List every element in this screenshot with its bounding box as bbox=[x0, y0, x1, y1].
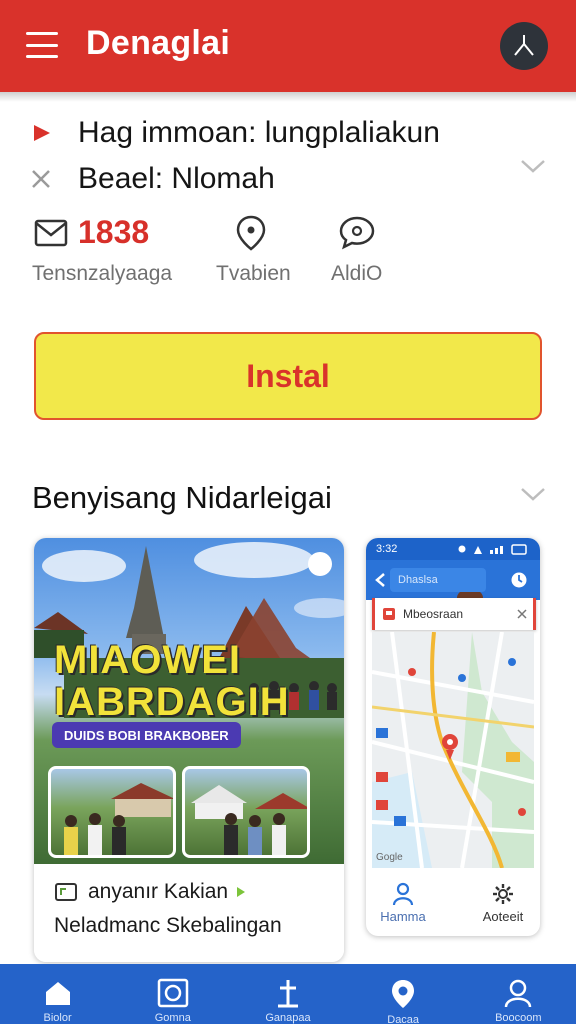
map-nav-item-right[interactable]: Aoteeit bbox=[468, 882, 538, 924]
person-icon bbox=[392, 882, 414, 906]
nav-item-profile[interactable]: Boocoom bbox=[461, 964, 576, 1024]
cross-icon bbox=[272, 978, 304, 1008]
play-icon bbox=[34, 125, 50, 141]
section-title: Benyisang Nidarleigai bbox=[32, 480, 332, 515]
location-icon bbox=[387, 978, 419, 1010]
thumbnail-2[interactable] bbox=[182, 766, 310, 858]
map-nav-left-label: Hamma bbox=[380, 909, 426, 924]
stat-chat[interactable] bbox=[338, 214, 376, 250]
map-graphic: Gogle bbox=[372, 632, 534, 868]
mail-icon bbox=[34, 219, 68, 246]
info-line-1: Hag immoan: lungplaliakun bbox=[78, 116, 440, 149]
promo-footer-line-2: Neladmanc Skebalingan bbox=[54, 914, 282, 937]
close-icon[interactable] bbox=[517, 609, 527, 619]
location-pin-icon bbox=[236, 215, 266, 251]
footer-line-1-text: anyanır Kakian bbox=[88, 880, 229, 903]
map-card-nav: Hamma Aoteeit bbox=[366, 874, 540, 936]
nav-label-cross: Ganapaa bbox=[265, 1012, 311, 1024]
map-nav-item-left[interactable]: Hamma bbox=[368, 882, 438, 924]
people-graphic bbox=[191, 785, 307, 855]
home-icon bbox=[42, 978, 74, 1008]
install-button[interactable]: Instal bbox=[34, 332, 542, 420]
map-view[interactable]: Gogle bbox=[372, 632, 534, 868]
close-icon[interactable] bbox=[30, 168, 52, 190]
bottom-nav: Biolor Gomna Ganapaa Dacaa Boocoom bbox=[0, 964, 576, 1024]
stat-label-3: AldiO bbox=[331, 262, 383, 285]
status-icons bbox=[458, 544, 527, 555]
promo-photo: MIAOWEI IABRDAGIH DUIDS BOBI BRAKBOBER bbox=[34, 538, 344, 864]
profile-icon bbox=[502, 978, 534, 1008]
nav-label-camera: Gomna bbox=[154, 1012, 191, 1024]
thumbnail-1[interactable] bbox=[48, 766, 176, 858]
promo-footer-line-1[interactable]: anyanır Kakian bbox=[54, 880, 246, 904]
clock-icon[interactable] bbox=[510, 571, 528, 589]
promo-footer bbox=[34, 864, 344, 962]
info-row-1: Hag immoan: lungplaliakun bbox=[30, 116, 440, 150]
map-brand-label: Gogle bbox=[376, 852, 403, 863]
nav-label-location: Dacaa bbox=[387, 1014, 420, 1024]
promo-headline-1: MIAOWEI bbox=[54, 638, 241, 682]
status-time: 3:32 bbox=[376, 543, 398, 555]
chevron-down-icon[interactable] bbox=[520, 158, 546, 174]
stat-mail[interactable]: 1838 bbox=[34, 214, 149, 251]
chevron-down-icon[interactable] bbox=[520, 486, 546, 502]
app-bar-shadow bbox=[0, 92, 576, 102]
route-label: Mbeosraan bbox=[403, 607, 464, 621]
nav-item-location[interactable]: Dacaa bbox=[346, 964, 461, 1024]
nav-item-camera[interactable]: Gomna bbox=[115, 964, 230, 1024]
camera-icon bbox=[157, 978, 189, 1008]
hamburger-icon[interactable] bbox=[26, 32, 58, 58]
chat-bubble-icon bbox=[339, 216, 375, 250]
promo-headline-2: IABRDAGIH bbox=[54, 680, 290, 724]
user-avatar-icon[interactable] bbox=[500, 22, 548, 70]
stat-value: 1838 bbox=[78, 214, 150, 250]
people-graphic bbox=[64, 783, 173, 855]
map-nav-right-label: Aoteeit bbox=[482, 909, 524, 924]
nav-label-home: Biolor bbox=[43, 1012, 72, 1024]
picture-icon bbox=[55, 883, 77, 901]
back-arrow-icon[interactable] bbox=[374, 572, 386, 588]
info-row-2: Beael: Nlomah bbox=[30, 162, 275, 196]
arrow-right-icon bbox=[237, 887, 246, 897]
app-bar: Denaglai bbox=[0, 0, 576, 92]
phone-status-bar: 3:32 bbox=[366, 538, 540, 560]
promo-tag: DUIDS BOBI BRAKBOBER bbox=[52, 722, 241, 748]
promo-card[interactable]: MIAOWEI IABRDAGIH DUIDS BOBI BRAKBOBER a… bbox=[34, 538, 344, 962]
nav-item-home[interactable]: Biolor bbox=[0, 964, 115, 1024]
nav-item-cross[interactable]: Ganapaa bbox=[230, 964, 345, 1024]
stat-location[interactable] bbox=[234, 214, 268, 252]
stat-label-2: Tvabien bbox=[216, 262, 291, 285]
gear-icon bbox=[493, 884, 513, 904]
map-screenshot-card[interactable]: 3:32 Dhaslsa Mbeosraan Gogle Hamma Aotee… bbox=[366, 538, 540, 936]
bus-icon bbox=[383, 608, 395, 620]
route-chip[interactable]: Mbeosraan bbox=[372, 598, 536, 630]
info-line-2: Beael: Nlomah bbox=[78, 162, 275, 195]
stat-label-1: Tensnzalyaaga bbox=[32, 262, 173, 285]
nav-label-profile: Boocoom bbox=[495, 1012, 542, 1024]
app-title: Denaglai bbox=[86, 24, 231, 62]
info-dot-icon[interactable] bbox=[308, 552, 332, 576]
phone-search-field[interactable]: Dhaslsa bbox=[390, 568, 486, 592]
